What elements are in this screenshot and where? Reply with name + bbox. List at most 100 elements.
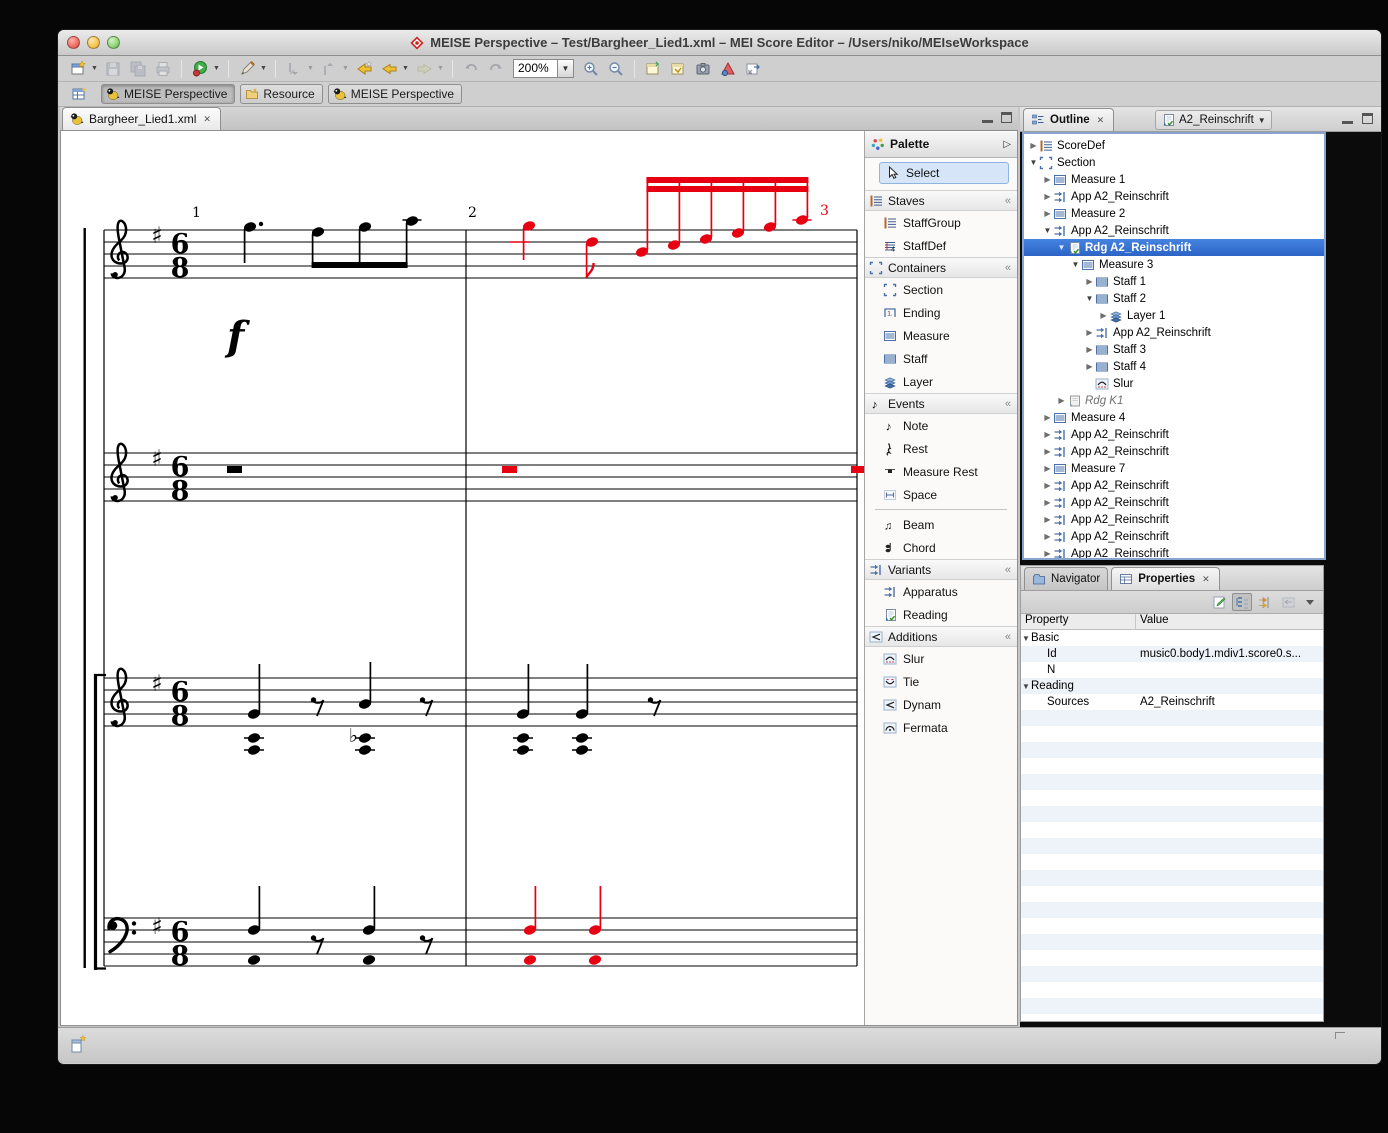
palette-item-staffgroup[interactable]: StaffGroup	[865, 211, 1017, 234]
palette-item-dynam[interactable]: Dynam	[865, 693, 1017, 716]
palette-item-chord[interactable]: Chord	[865, 536, 1017, 559]
palette-item-reading[interactable]: Reading	[865, 603, 1017, 626]
editor-minimize-button[interactable]	[982, 112, 993, 123]
outline-node-app-a2-reinschrift[interactable]: ▶ App A2_Reinschrift	[1024, 188, 1324, 205]
palette-group-additions[interactable]: Additions «	[865, 626, 1017, 647]
palette-item-section[interactable]: Section	[865, 278, 1017, 301]
tree-expander-icon[interactable]: ▶	[1056, 396, 1067, 405]
forward-button[interactable]	[412, 58, 436, 80]
outline-maximize-button[interactable]	[1362, 113, 1373, 124]
fast-view-button[interactable]	[70, 1034, 88, 1059]
palette-pin-icon[interactable]: «	[1005, 631, 1011, 643]
palette-group-events[interactable]: ♪ Events «	[865, 393, 1017, 414]
title-bar[interactable]: MEISE Perspective – Test/Bargheer_Lied1.…	[58, 30, 1381, 56]
editor-maximize-button[interactable]	[1001, 112, 1012, 123]
variant-beam-group[interactable]	[635, 177, 812, 258]
tree-expander-icon[interactable]: ▶	[1042, 498, 1053, 507]
tree-expander-icon[interactable]: ▶	[1042, 481, 1053, 490]
last-edit-location-button[interactable]	[352, 58, 376, 80]
validate-button[interactable]	[716, 58, 740, 80]
palette-item-tie[interactable]: Tie	[865, 670, 1017, 693]
variant-note[interactable]	[585, 236, 600, 279]
zoom-window-button[interactable]	[107, 36, 120, 49]
open-perspective-button[interactable]	[66, 84, 92, 105]
palette-item-note[interactable]: ♪ Note	[865, 414, 1017, 437]
outline-node-app-a2-reinschrift[interactable]: ▼ App A2_Reinschrift	[1024, 222, 1324, 239]
show-advanced-button[interactable]	[1255, 593, 1275, 611]
outline-node-app-a2-reinschrift[interactable]: ▶ App A2_Reinschrift	[1024, 477, 1324, 494]
tree-expander-icon[interactable]: ▶	[1042, 464, 1053, 473]
variant-measure-rest[interactable]	[502, 466, 517, 473]
outline-node-app-a2-reinschrift[interactable]: ▶ App A2_Reinschrift	[1024, 545, 1324, 558]
outline-node-app-a2-reinschrift[interactable]: ▶ App A2_Reinschrift	[1024, 511, 1324, 528]
tree-expander-icon[interactable]: ▼	[1056, 243, 1067, 252]
forward-menu-caret[interactable]: ▼	[437, 58, 446, 80]
mark-occurrences-caret[interactable]: ▼	[260, 58, 269, 80]
tree-expander-icon[interactable]: ▼	[1028, 158, 1039, 167]
tree-expander-icon[interactable]: ▼	[1042, 226, 1053, 235]
tree-expander-icon[interactable]: ▶	[1084, 362, 1095, 371]
property-row-n[interactable]: N	[1021, 662, 1323, 678]
tree-expander-icon[interactable]: ▶	[1042, 192, 1053, 201]
show-categories-button[interactable]	[1232, 593, 1252, 611]
prev-annotation-button[interactable]	[317, 58, 341, 80]
next-annotation-button[interactable]	[282, 58, 306, 80]
property-row-id[interactable]: Id music0.body1.mdiv1.score0.s...	[1021, 646, 1323, 662]
outline-node-app-a2-reinschrift[interactable]: ▶ App A2_Reinschrift	[1024, 443, 1324, 460]
open-editor-button[interactable]	[666, 58, 690, 80]
editor-tab-bargheer-lied1[interactable]: Bargheer_Lied1.xml ✕	[62, 107, 221, 130]
properties-tab[interactable]: Properties ✕	[1111, 567, 1220, 590]
outline-node-measure-1[interactable]: ▶ Measure 1	[1024, 171, 1324, 188]
eighth-rest[interactable]	[310, 697, 325, 717]
tree-expander-icon[interactable]: ▼	[1070, 260, 1081, 269]
perspective-button-meise-perspective[interactable]: MEISE Perspective	[327, 84, 463, 104]
close-window-button[interactable]	[67, 36, 80, 49]
palette-item-select[interactable]: Select	[879, 162, 1009, 184]
outline-node-staff-4[interactable]: ▶ Staff 4	[1024, 358, 1324, 375]
tree-expander-icon[interactable]: ▶	[1042, 430, 1053, 439]
eighth-rest[interactable]	[310, 935, 325, 955]
zoom-level-value[interactable]: 200%	[513, 59, 557, 78]
tree-expander-icon[interactable]: ▶	[1042, 447, 1053, 456]
category-expander-icon[interactable]: ▼	[1021, 634, 1031, 643]
new-editor-window-button[interactable]	[641, 58, 665, 80]
tree-expander-icon[interactable]: ▶	[1098, 311, 1109, 320]
property-column-header[interactable]: Property	[1021, 614, 1136, 629]
new-wizard-button[interactable]	[66, 58, 90, 80]
palette-pin-icon[interactable]: «	[1005, 564, 1011, 576]
tree-expander-icon[interactable]: ▶	[1084, 328, 1095, 337]
link-editor-button[interactable]	[741, 58, 765, 80]
tree-expander-icon[interactable]: ▶	[1028, 141, 1039, 150]
outline-node-staff-3[interactable]: ▶ Staff 3	[1024, 341, 1324, 358]
property-value[interactable]: music0.body1.mdiv1.score0.s...	[1136, 648, 1323, 660]
tree-expander-icon[interactable]: ▶	[1084, 277, 1095, 286]
tree-expander-icon[interactable]: ▶	[1042, 413, 1053, 422]
tree-expander-icon[interactable]: ▶	[1042, 532, 1053, 541]
eighth-rest[interactable]	[647, 697, 662, 717]
palette-item-staffdef[interactable]: 4 StaffDef	[865, 234, 1017, 257]
save-all-button[interactable]	[126, 58, 150, 80]
outline-minimize-button[interactable]	[1342, 113, 1353, 124]
palette-item-measure[interactable]: Measure	[865, 324, 1017, 347]
undo-button[interactable]	[459, 58, 483, 80]
tree-expander-icon[interactable]: ▶	[1042, 549, 1053, 558]
snapshot-button[interactable]	[691, 58, 715, 80]
run-menu-caret[interactable]: ▼	[213, 58, 222, 80]
outline-node-staff-2[interactable]: ▼ Staff 2	[1024, 290, 1324, 307]
perspective-button-resource[interactable]: Resource	[240, 84, 323, 104]
back-menu-caret[interactable]: ▼	[402, 58, 411, 80]
palette-pin-icon[interactable]: «	[1005, 262, 1011, 274]
run-button[interactable]	[188, 58, 212, 80]
palette-pin-icon[interactable]: «	[1005, 195, 1011, 207]
palette-item-space[interactable]: Space	[865, 483, 1017, 506]
palette-item-fermata[interactable]: Fermata	[865, 716, 1017, 739]
zoom-in-button[interactable]	[579, 58, 603, 80]
palette-item-staff[interactable]: Staff	[865, 347, 1017, 370]
eighth-rest[interactable]	[419, 935, 434, 955]
outline-node-app-a2-reinschrift[interactable]: ▶ App A2_Reinschrift	[1024, 494, 1324, 511]
dynamic-forte[interactable]: f	[224, 313, 250, 360]
resize-grip[interactable]	[1335, 1032, 1345, 1039]
outline-node-layer-1[interactable]: ▶ Layer 1	[1024, 307, 1324, 324]
zoom-level-combo[interactable]: 200% ▼	[513, 59, 574, 78]
chord[interactable]: ♭	[349, 662, 375, 756]
